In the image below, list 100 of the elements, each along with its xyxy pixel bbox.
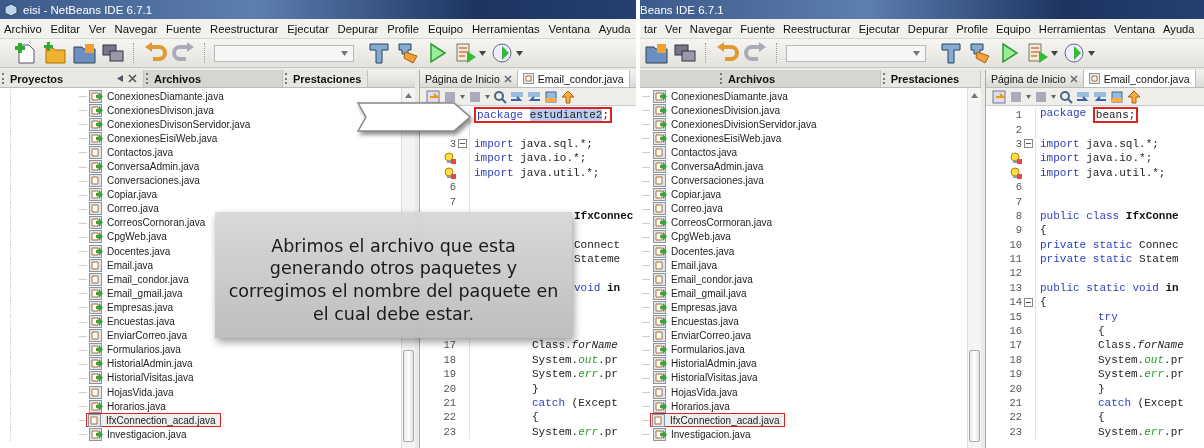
- menu-item[interactable]: Ver: [665, 22, 682, 35]
- editor-tab[interactable]: Email_condor.java: [517, 70, 630, 87]
- scroll-thumb[interactable]: [403, 350, 414, 442]
- scroll-up-icon[interactable]: [971, 93, 978, 98]
- close-icon[interactable]: [1069, 74, 1078, 83]
- file-plus-icon[interactable]: [14, 41, 38, 65]
- menu-item[interactable]: Profile: [956, 22, 988, 35]
- line-number: 16: [1009, 325, 1022, 338]
- menu-item[interactable]: Herramientas: [1038, 22, 1106, 35]
- broom-icon[interactable]: [396, 41, 420, 65]
- find-icon[interactable]: [493, 89, 507, 104]
- tree-item[interactable]: IfxConnection_acad.java: [650, 413, 785, 428]
- find-next-icon[interactable]: [1093, 89, 1107, 104]
- menu-item[interactable]: Editar: [50, 22, 80, 35]
- panel-tab[interactable]: Archivos: [640, 70, 881, 87]
- menu-item[interactable]: Depurar: [907, 22, 949, 35]
- folder-plus-icon[interactable]: [43, 41, 67, 65]
- file-icon: [653, 145, 667, 159]
- panel-tab[interactable]: Archivos: [144, 70, 283, 87]
- caret-icon[interactable]: [1088, 50, 1095, 56]
- line-number: 19: [443, 368, 456, 381]
- history-icon[interactable]: [426, 89, 440, 104]
- menu-item[interactable]: Herramientas: [471, 22, 540, 35]
- menu-item[interactable]: tar: [644, 22, 658, 35]
- line-number: 17: [1009, 339, 1022, 352]
- menu-item[interactable]: Reestructurar: [783, 22, 851, 35]
- menu-item[interactable]: Ver: [88, 22, 106, 35]
- caret-icon[interactable]: [1026, 94, 1031, 99]
- tree-item[interactable]: IfxConnection_acad.java: [86, 413, 221, 428]
- menu-item[interactable]: Archivo: [4, 22, 42, 35]
- find-previous-icon[interactable]: [510, 89, 524, 104]
- hammer-icon[interactable]: [939, 41, 963, 65]
- find-next-icon[interactable]: [527, 89, 541, 104]
- menu-item[interactable]: Ventana: [548, 22, 590, 35]
- caret-icon[interactable]: [913, 50, 920, 56]
- editor-tab[interactable]: Página de Inicio: [420, 70, 518, 87]
- panel-tab[interactable]: Prestaciones: [880, 70, 981, 87]
- hammer-icon[interactable]: [367, 41, 391, 65]
- gauge-play-icon[interactable]: [1063, 41, 1087, 65]
- highlight-icon[interactable]: [1110, 89, 1124, 104]
- menu-item[interactable]: Ayuda: [598, 22, 631, 35]
- code-line: {: [1097, 411, 1105, 424]
- panel-tab[interactable]: Prestaciones: [283, 70, 369, 87]
- find-previous-icon[interactable]: [1076, 89, 1090, 104]
- minimize-icon[interactable]: [116, 74, 125, 83]
- scroll-thumb[interactable]: [969, 350, 980, 442]
- folder-icon[interactable]: [72, 41, 96, 65]
- menu-item[interactable]: Ayuda: [1163, 22, 1195, 35]
- menu-item[interactable]: Navegar: [689, 22, 733, 35]
- close-icon[interactable]: [503, 74, 512, 83]
- windows-icon[interactable]: [673, 41, 697, 65]
- find-icon[interactable]: [1059, 89, 1073, 104]
- close-icon[interactable]: [128, 74, 137, 83]
- broom-icon[interactable]: [968, 41, 992, 65]
- highlight-icon[interactable]: [544, 89, 558, 104]
- caret-icon[interactable]: [1051, 94, 1056, 99]
- menu-item[interactable]: Ventana: [1113, 22, 1156, 35]
- collapse-icon[interactable]: [1023, 297, 1033, 307]
- menu-item[interactable]: Reestructurar: [210, 22, 279, 35]
- collapse-icon[interactable]: [1023, 139, 1033, 149]
- tree-item[interactable]: Investigacion.java: [86, 425, 193, 444]
- editor-tab[interactable]: Página de Inicio: [986, 70, 1084, 87]
- menu-item[interactable]: Fuente: [740, 22, 775, 35]
- menu-item[interactable]: Depurar: [337, 22, 379, 35]
- caret-icon[interactable]: [516, 50, 523, 56]
- caret-icon[interactable]: [1051, 50, 1058, 56]
- menu-item[interactable]: Profile: [387, 22, 420, 35]
- caret-icon[interactable]: [479, 50, 486, 56]
- folder-icon[interactable]: [644, 41, 668, 65]
- menu-item[interactable]: Fuente: [166, 22, 202, 35]
- window-title: eisi - NetBeans IDE 6.7.1: [23, 3, 153, 16]
- line-number: 2: [1015, 123, 1022, 136]
- line-number: 20: [1009, 382, 1022, 395]
- dropdown-field[interactable]: [214, 44, 354, 62]
- line-number: 7: [449, 195, 456, 208]
- menu-item[interactable]: Navegar: [114, 22, 158, 35]
- dropdown-field[interactable]: [786, 44, 926, 62]
- code-line: }: [1097, 382, 1105, 395]
- arrow-up-icon[interactable]: [561, 89, 575, 104]
- tree-item[interactable]: Investigacion.java: [650, 425, 757, 444]
- code-line: import java.util.*;: [473, 166, 600, 179]
- scroll-up-icon[interactable]: [405, 93, 412, 98]
- code-line: public class IfxConne: [1039, 209, 1179, 222]
- windows-icon[interactable]: [101, 41, 125, 65]
- caret-icon[interactable]: [341, 50, 348, 56]
- scrollbar[interactable]: [967, 88, 981, 448]
- editor-tab[interactable]: Email_condor.java: [1083, 70, 1196, 87]
- gauge-play-icon[interactable]: [491, 41, 515, 65]
- window-title: Beans IDE 6.7.1: [640, 3, 724, 16]
- menu-item[interactable]: Equipo: [427, 22, 464, 35]
- caret-icon[interactable]: [485, 94, 490, 99]
- caret-icon[interactable]: [460, 94, 465, 99]
- panel-tab[interactable]: Proyectos: [0, 70, 144, 87]
- square-icon[interactable]: [443, 89, 457, 104]
- menu-item[interactable]: Ejecutar: [287, 22, 329, 35]
- menu-item[interactable]: Ejecutar: [858, 22, 900, 35]
- arrow-up-icon[interactable]: [1127, 89, 1141, 104]
- collapse-icon[interactable]: [457, 139, 467, 149]
- menu-item[interactable]: Equipo: [995, 22, 1031, 35]
- line-number: 18: [443, 353, 456, 366]
